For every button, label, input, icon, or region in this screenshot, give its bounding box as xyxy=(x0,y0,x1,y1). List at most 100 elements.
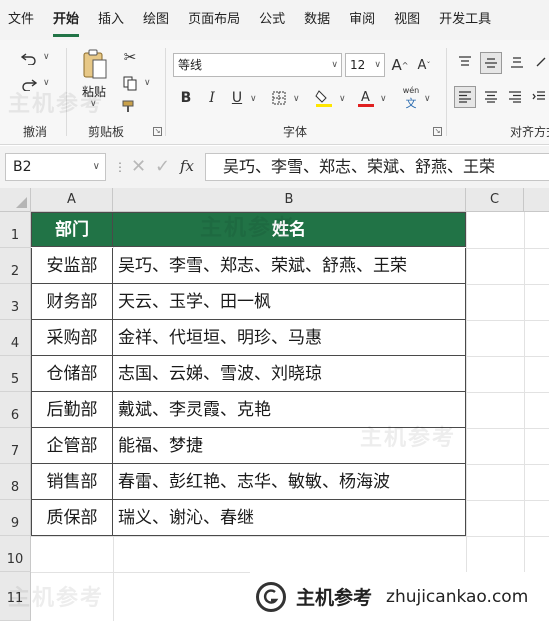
align-right-icon[interactable] xyxy=(506,88,524,106)
menu-page-layout[interactable]: 页面布局 xyxy=(188,0,240,40)
row-header[interactable]: 4 xyxy=(0,320,31,356)
select-all-corner[interactable] xyxy=(0,188,31,212)
underline-button[interactable]: U xyxy=(228,88,246,108)
table-cell-names[interactable]: 志国、云娣、雪波、刘晓琼 xyxy=(113,356,466,392)
row-header[interactable]: 6 xyxy=(0,392,31,428)
table-cell-department[interactable]: 销售部 xyxy=(31,464,113,500)
table-cell-names[interactable]: 吴巧、李雪、郑志、荣斌、舒燕、王荣 xyxy=(113,248,466,284)
font-group-label: 字体 xyxy=(283,125,308,139)
align-left-icon[interactable] xyxy=(454,86,476,108)
name-box-value: B2 xyxy=(13,159,32,175)
cut-icon[interactable]: ✂ xyxy=(120,48,140,66)
menu-view[interactable]: 视图 xyxy=(394,0,420,40)
table-cell-names[interactable]: 金祥、代垣垣、明珍、马惠 xyxy=(113,320,466,356)
indent-icon[interactable] xyxy=(530,88,548,106)
menu-developer[interactable]: 开发工具 xyxy=(439,0,491,40)
phonetic-guide-icon[interactable]: wén 文 xyxy=(401,86,421,110)
header-cell-names[interactable]: 姓名 xyxy=(113,212,466,247)
format-painter-icon[interactable] xyxy=(120,98,140,116)
menu-draw[interactable]: 绘图 xyxy=(143,0,169,40)
column-header-c[interactable]: C xyxy=(466,188,524,212)
phonetic-label: wén xyxy=(402,85,420,95)
row-number: 7 xyxy=(10,444,20,459)
table-cell-names[interactable]: 瑞义、谢沁、春继 xyxy=(113,500,466,536)
align-middle-icon[interactable] xyxy=(480,52,502,74)
row-header[interactable]: 5 xyxy=(0,356,31,392)
enter-icon[interactable]: ✓ xyxy=(155,156,170,177)
font-size-select[interactable]: 12 ∨ xyxy=(345,53,385,77)
align-bottom-icon[interactable] xyxy=(508,54,526,70)
copy-icon[interactable] xyxy=(120,74,140,92)
phonetic-dropdown-icon[interactable]: ∨ xyxy=(424,94,431,104)
alignment-group-label: 对齐方式 xyxy=(510,125,549,139)
orientation-icon[interactable] xyxy=(533,54,549,70)
row-header[interactable]: 3 xyxy=(0,284,31,320)
row-header[interactable]: 1 xyxy=(0,212,31,248)
worksheet-grid: A B C 1 2 3 4 5 6 7 8 9 10 11 部门 姓名 安监部 … xyxy=(0,188,549,621)
italic-button[interactable]: I xyxy=(203,88,221,108)
table-cell-department[interactable]: 财务部 xyxy=(31,284,113,320)
row-header[interactable]: 10 xyxy=(0,536,31,572)
underline-dropdown-icon[interactable]: ∨ xyxy=(250,94,257,104)
insert-function-icon[interactable]: fx xyxy=(180,157,194,175)
name-box[interactable]: B2 ∨ xyxy=(5,153,106,181)
table-cell-department[interactable]: 仓储部 xyxy=(31,356,113,392)
table-cell-department[interactable]: 质保部 xyxy=(31,500,113,536)
row-number: 8 xyxy=(10,480,20,495)
border-icon[interactable] xyxy=(270,89,288,107)
row-header[interactable]: 7 xyxy=(0,428,31,464)
paste-label[interactable]: 粘贴 xyxy=(82,83,106,100)
undo-icon[interactable] xyxy=(18,48,40,68)
table-cell-names[interactable]: 春雷、彭红艳、志华、敏敏、杨海波 xyxy=(113,464,466,500)
table-cell-department[interactable]: 采购部 xyxy=(31,320,113,356)
menu-formulas[interactable]: 公式 xyxy=(259,0,285,40)
increase-font-icon[interactable]: A ^ xyxy=(390,54,410,76)
font-color-icon[interactable]: A xyxy=(356,87,376,109)
row-header[interactable]: 11 xyxy=(0,572,31,621)
table-cell-department[interactable]: 安监部 xyxy=(31,248,113,284)
font-size-value: 12 xyxy=(350,58,366,72)
group-divider xyxy=(446,48,447,136)
menu-insert[interactable]: 插入 xyxy=(98,0,124,40)
header-cell-department[interactable]: 部门 xyxy=(31,212,113,247)
watermark-brand: 主机参考 xyxy=(296,587,373,609)
redo-icon[interactable] xyxy=(18,74,40,94)
font-color-dropdown-icon[interactable]: ∨ xyxy=(380,94,387,104)
fill-color-dropdown-icon[interactable]: ∨ xyxy=(339,94,346,104)
undo-dropdown-icon[interactable]: ∨ xyxy=(43,52,50,62)
fill-color-icon[interactable] xyxy=(314,87,334,109)
font-name-value: 等线 xyxy=(178,58,203,72)
table-cell-names[interactable]: 天云、玉学、田一枫 xyxy=(113,284,466,320)
table-cell-department[interactable]: 企管部 xyxy=(31,428,113,464)
row-header[interactable]: 2 xyxy=(0,248,31,284)
clipboard-launcher-icon[interactable]: ↘ xyxy=(153,127,162,136)
bold-button[interactable]: B xyxy=(177,88,195,108)
menu-home[interactable]: 开始 xyxy=(53,0,80,40)
redo-dropdown-icon[interactable]: ∨ xyxy=(43,78,50,88)
table-cell-department[interactable]: 后勤部 xyxy=(31,392,113,428)
menu-data[interactable]: 数据 xyxy=(304,0,330,40)
font-name-select[interactable]: 等线 ∨ xyxy=(173,53,342,77)
paste-dropdown-icon[interactable]: ∨ xyxy=(90,99,97,109)
align-center-icon[interactable] xyxy=(482,88,500,106)
row-header[interactable]: 8 xyxy=(0,464,31,500)
menu-review[interactable]: 审阅 xyxy=(349,0,375,40)
menu-file[interactable]: 文件 xyxy=(8,0,34,40)
decrease-font-icon[interactable]: Aˇ xyxy=(414,54,434,76)
row-number: 4 xyxy=(10,336,20,351)
paste-icon[interactable] xyxy=(80,48,110,82)
column-header-a[interactable]: A xyxy=(31,188,113,212)
table-cell-names[interactable]: 能福、梦捷 xyxy=(113,428,466,464)
row-header[interactable]: 9 xyxy=(0,500,31,536)
row-number: 10 xyxy=(6,552,24,567)
more-icon: ⋮ xyxy=(114,160,126,174)
formula-input[interactable]: 吴巧、李雪、郑志、荣斌、舒燕、王荣 xyxy=(205,153,549,181)
font-launcher-icon[interactable]: ↘ xyxy=(433,127,442,136)
column-header-b[interactable]: B xyxy=(113,188,466,212)
align-top-icon[interactable] xyxy=(456,54,474,70)
table-cell-names[interactable]: 戴斌、李灵霞、克艳 xyxy=(113,392,466,428)
column-header-d[interactable] xyxy=(524,188,549,212)
copy-dropdown-icon[interactable]: ∨ xyxy=(144,78,151,88)
border-dropdown-icon[interactable]: ∨ xyxy=(293,94,300,104)
cancel-icon[interactable]: ✕ xyxy=(131,156,146,177)
